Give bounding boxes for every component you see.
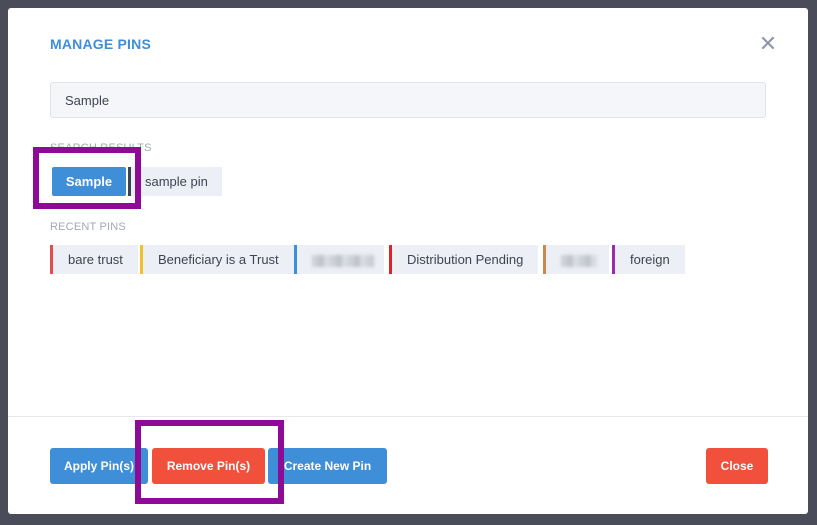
footer-divider [8, 416, 808, 417]
redacted-label [312, 254, 374, 267]
search-results-label: SEARCH RESULTS [50, 142, 152, 154]
close-button[interactable]: Close [706, 448, 768, 484]
search-result-sample-pin[interactable]: sample pin [128, 167, 222, 196]
recent-pin-bare-trust[interactable]: bare trust [50, 245, 138, 274]
recent-pin-redacted-2[interactable] [543, 245, 609, 274]
create-new-pin-button[interactable]: Create New Pin [268, 448, 387, 484]
recent-pin-foreign[interactable]: foreign [612, 245, 685, 274]
apply-pins-button[interactable]: Apply Pin(s) [50, 448, 148, 484]
close-icon[interactable]: ✕ [758, 33, 778, 55]
redacted-label [561, 254, 597, 267]
pin-search-input[interactable] [50, 82, 766, 118]
recent-pin-beneficiary-is-a-trust[interactable]: Beneficiary is a Trust [140, 245, 294, 274]
manage-pins-modal: MANAGE PINS ✕ SEARCH RESULTS Sample samp… [8, 8, 808, 514]
search-result-sample[interactable]: Sample [52, 167, 126, 196]
remove-pins-button[interactable]: Remove Pin(s) [152, 448, 265, 484]
recent-pin-redacted-1[interactable] [294, 245, 384, 274]
recent-pins-label: RECENT PINS [50, 221, 126, 233]
recent-pin-distribution-pending[interactable]: Distribution Pending [389, 245, 539, 274]
modal-title: MANAGE PINS [50, 36, 151, 52]
